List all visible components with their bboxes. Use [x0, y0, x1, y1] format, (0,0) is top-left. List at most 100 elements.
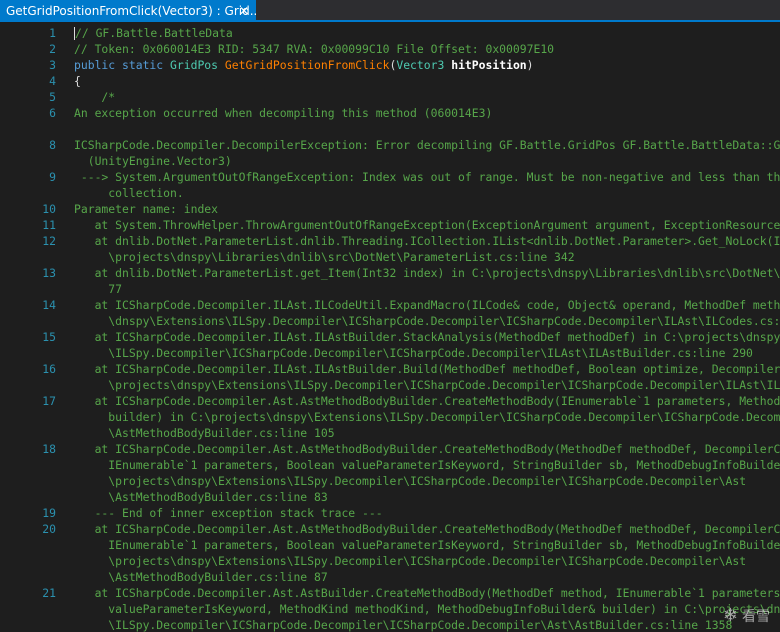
line-number [0, 537, 56, 553]
code-token: at ICSharpCode.Decompiler.ILAst.ILAstBui… [74, 330, 780, 344]
code-line: \dnspy\Extensions\ILSpy.Decompiler\ICSha… [0, 313, 780, 329]
code-text: at ICSharpCode.Decompiler.Ast.AstMethodB… [74, 393, 780, 409]
code-text: // GF.Battle.BattleData [74, 25, 780, 41]
code-text: collection. [74, 185, 780, 201]
line-number [0, 153, 56, 169]
code-line: 1 // GF.Battle.BattleData [0, 25, 780, 41]
code-line: (UnityEngine.Vector3) [0, 153, 780, 169]
code-line: 5 /* [0, 89, 780, 105]
code-token: \projects\dnspy\Extensions\ILSpy.Decompi… [108, 378, 780, 392]
gutter-gap [56, 601, 74, 617]
gutter-gap [56, 345, 74, 361]
line-number: 5 [49, 90, 56, 104]
code-line: 15 at ICSharpCode.Decompiler.ILAst.ILAst… [0, 329, 780, 345]
gutter-gap [56, 41, 74, 57]
code-line: \projects\dnspy\Extensions\ILSpy.Decompi… [0, 377, 780, 393]
gutter-gap [56, 617, 74, 632]
code-line: 10 Parameter name: index [0, 201, 780, 217]
gutter-gap [56, 105, 74, 121]
gutter-gap [56, 505, 74, 521]
line-number: 15 [42, 330, 56, 344]
code-line: \projects\dnspy\Extensions\ILSpy.Decompi… [0, 553, 780, 569]
code-token: IEnumerable`1 parameters, Boolean valueP… [108, 458, 780, 472]
gutter-gap [56, 569, 74, 585]
code-token: IEnumerable`1 parameters, Boolean valueP… [108, 538, 780, 552]
code-text: at ICSharpCode.Decompiler.ILAst.ILAstBui… [74, 329, 780, 345]
code-token: Vector3 [396, 58, 452, 72]
close-icon[interactable]: ✕ [237, 0, 251, 22]
code-editor[interactable]: 1 // GF.Battle.BattleData 2 // Token: 0x060… [0, 24, 780, 632]
code-token: { [74, 74, 81, 88]
code-line: 19 --- End of inner exception stack trac… [0, 505, 780, 521]
code-text: \AstMethodBodyBuilder.cs:line 83 [74, 489, 780, 505]
gutter-gap [56, 201, 74, 217]
code-token: \projects\dnspy\Extensions\ILSpy.Decompi… [74, 474, 747, 488]
code-token: at ICSharpCode.Decompiler.ILAst.ILCodeUt… [94, 298, 780, 312]
code-token: --- End of inner exception stack trace -… [74, 506, 383, 520]
code-token: (UnityEngine.Vector3) [74, 154, 232, 168]
code-line [0, 121, 780, 137]
gutter-gap [56, 425, 74, 441]
code-text: \projects\dnspy\Extensions\ILSpy.Decompi… [74, 553, 780, 569]
code-text: ---> System.ArgumentOutOfRangeException:… [74, 169, 780, 185]
code-token: at ICSharpCode.Decompiler.Ast.AstMethodB… [94, 442, 780, 456]
code-line: IEnumerable`1 parameters, Boolean valueP… [0, 537, 780, 553]
watermark-text: 看雪 [742, 608, 770, 625]
code-text: \dnspy\Extensions\ILSpy.Decompiler\ICSha… [74, 313, 780, 329]
code-text: \AstMethodBodyBuilder.cs:line 105 [74, 425, 780, 441]
code-token: at dnlib.DotNet.ParameterList.get_Item(I… [94, 266, 780, 280]
code-text: /* [74, 89, 780, 105]
gutter-gap [56, 441, 74, 457]
line-number [0, 185, 56, 201]
gutter-gap [56, 281, 74, 297]
watermark: ❄ 看雪 [723, 605, 770, 626]
line-number [0, 489, 56, 505]
code-token: \dnspy\Extensions\ILSpy.Decompiler\ICSha… [74, 314, 780, 328]
line-number [0, 281, 56, 297]
gutter-gap [56, 521, 74, 537]
line-number [0, 601, 56, 617]
code-token: at ICSharpCode.Decompiler.Ast.AstBuilder… [74, 586, 780, 600]
snowflake-icon: ❄ [722, 605, 738, 626]
gutter-gap [56, 121, 74, 137]
code-text: { [74, 73, 780, 89]
code-token: GetGridPositionFromClick [224, 58, 390, 72]
gutter-gap [56, 57, 74, 73]
code-text: IEnumerable`1 parameters, Boolean valueP… [74, 537, 780, 553]
code-line: \projects\dnspy\Libraries\dnlib\src\DotN… [0, 249, 780, 265]
code-line: 9 ---> System.ArgumentOutOfRangeExceptio… [0, 169, 780, 185]
line-number: 4 [49, 74, 56, 88]
code-text: at ICSharpCode.Decompiler.Ast.AstMethodB… [74, 521, 780, 537]
code-line: 6 An exception occurred when decompiling … [0, 105, 780, 121]
code-line: \ILSpy.Decompiler\ICSharpCode.Decompiler… [0, 345, 780, 361]
gutter-gap [56, 473, 74, 489]
code-text: \ILSpy.Decompiler\ICSharpCode.Decompiler… [74, 345, 780, 361]
gutter-gap [56, 585, 74, 601]
code-text: \projects\dnspy\Extensions\ILSpy.Decompi… [74, 377, 780, 393]
code-text: An exception occurred when decompiling t… [74, 105, 780, 121]
gutter-gap [56, 537, 74, 553]
gutter-gap [56, 409, 74, 425]
line-number: 17 [42, 394, 56, 408]
code-line: 14 at ICSharpCode.Decompiler.ILAst.ILCod… [0, 297, 780, 313]
gutter-gap [56, 89, 74, 105]
gutter-gap [56, 361, 74, 377]
gutter-gap [56, 233, 74, 249]
gutter-gap [56, 25, 74, 41]
code-token: 77 [74, 282, 123, 296]
gutter-gap [56, 185, 74, 201]
code-line: 2 // Token: 0x060014E3 RID: 5347 RVA: 0x0… [0, 41, 780, 57]
code-token: valueParameterIsKeyword, MethodKind meth… [108, 602, 780, 616]
code-line: \ILSpy.Decompiler\ICSharpCode.Decompiler… [0, 617, 780, 632]
code-token: // Token: 0x060014E3 RID: 5347 RVA: 0x00… [74, 42, 555, 56]
code-text: at dnlib.DotNet.ParameterList.dnlib.Thre… [74, 233, 780, 249]
code-token: \projects\dnspy\Extensions\ILSpy.Decompi… [74, 554, 747, 568]
line-number [0, 249, 56, 265]
gutter-gap [56, 553, 74, 569]
code-token: \projects\dnspy\Libraries\dnlib\src\DotN… [74, 250, 575, 264]
gutter-gap [56, 489, 74, 505]
code-line: 16 at ICSharpCode.Decompiler.ILAst.ILAst… [0, 361, 780, 377]
tab-get-grid-position-from-click[interactable]: GetGridPositionFromClick(Vector3) : Grid… [0, 0, 256, 22]
code-line: collection. [0, 185, 780, 201]
code-token: at ICSharpCode.Decompiler.ILAst.ILAstBui… [94, 362, 780, 376]
